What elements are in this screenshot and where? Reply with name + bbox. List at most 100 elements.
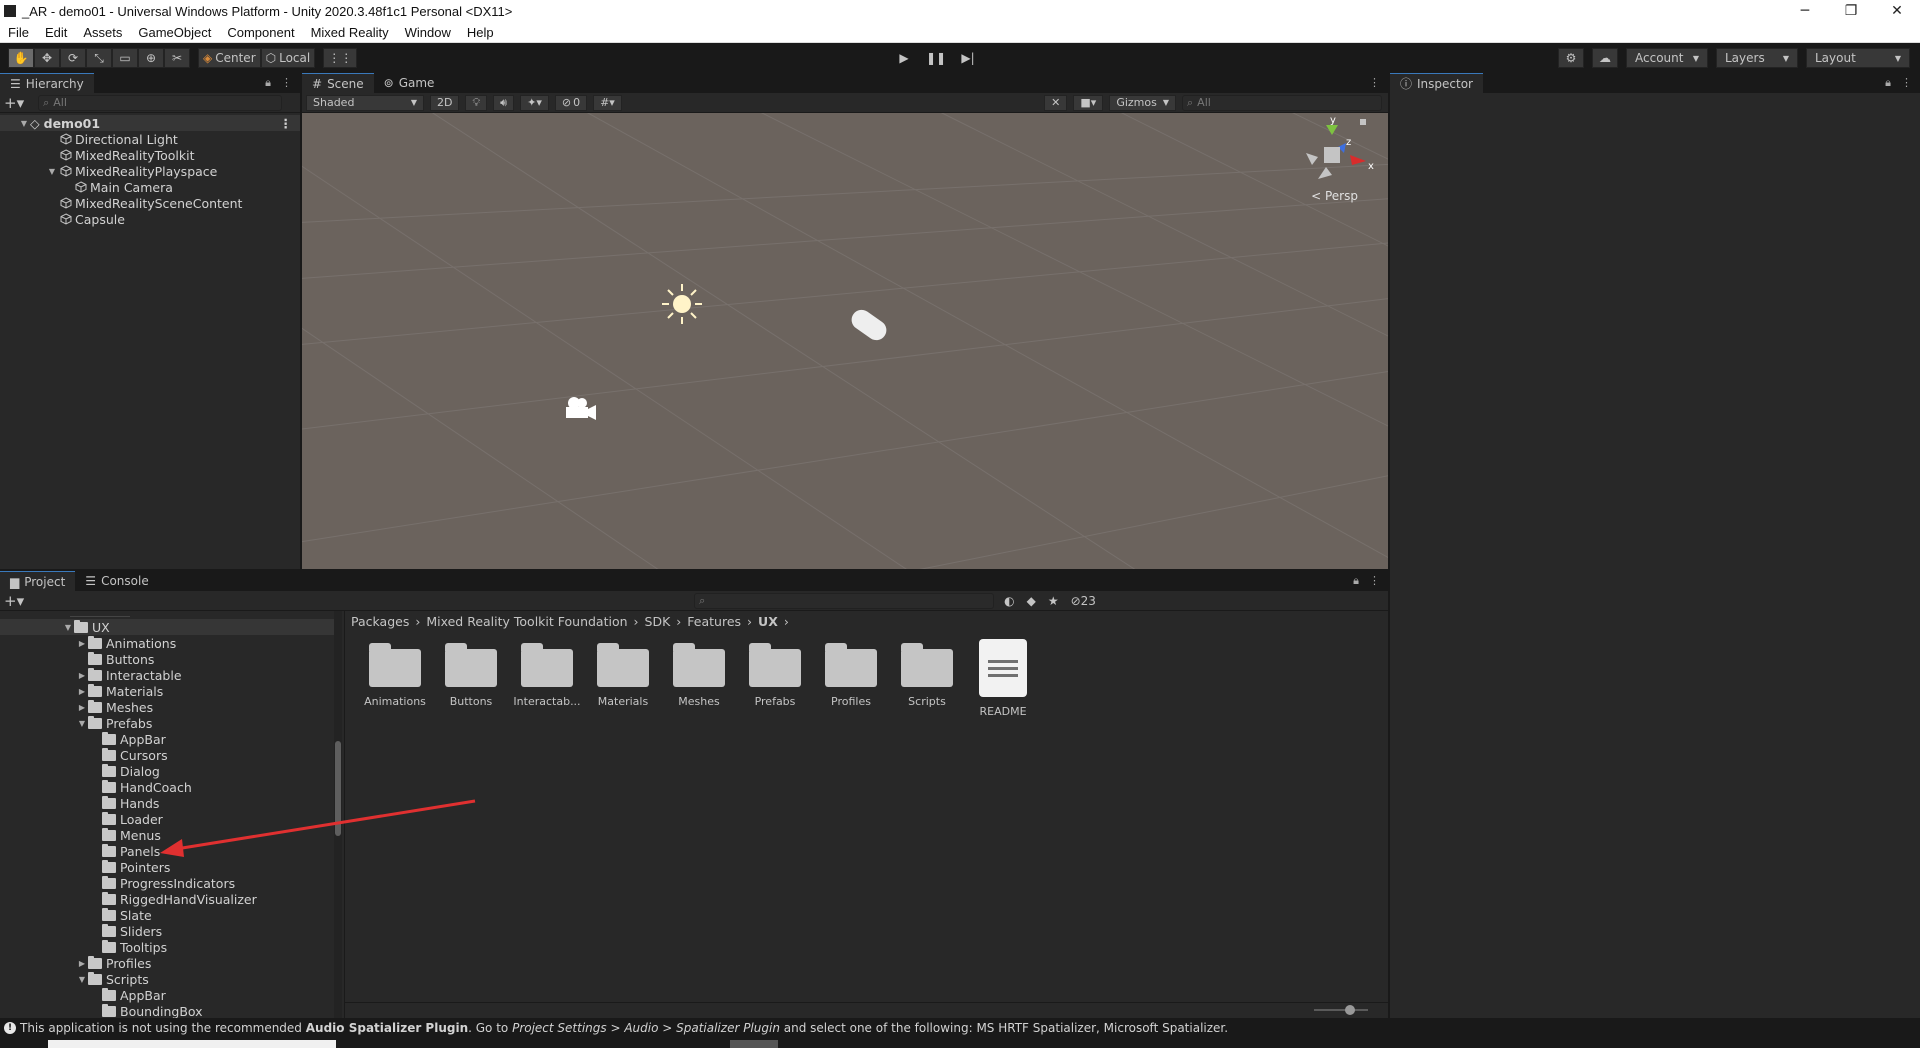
project-search-input[interactable]: ⌕ <box>694 592 995 609</box>
grid-dropdown-icon[interactable]: #▾ <box>593 94 622 111</box>
breadcrumb-item[interactable]: Mixed Reality Toolkit Foundation <box>426 614 627 629</box>
folder-tree-item[interactable]: AppBar <box>0 731 334 747</box>
folder-tree-item[interactable]: ▶ Animations <box>0 635 334 651</box>
expand-arrow-icon[interactable]: ▼ <box>76 975 88 984</box>
hierarchy-item[interactable]: MixedRealityToolkit <box>0 147 300 163</box>
asset-folder[interactable]: Profiles <box>813 639 889 718</box>
create-asset-button[interactable]: +▾ <box>4 592 24 610</box>
breadcrumb-item[interactable]: Features <box>687 614 741 629</box>
tab-console[interactable]: ☰ Console <box>75 571 159 591</box>
expand-arrow-icon[interactable]: ▶ <box>76 959 88 968</box>
scene-search-input[interactable]: ⌕ All <box>1182 94 1382 111</box>
menu-window[interactable]: Window <box>397 25 459 40</box>
folder-tree-item[interactable]: ▶ Interactable <box>0 667 334 683</box>
orientation-gizmo[interactable]: y z x <box>1298 115 1378 187</box>
hidden-objects-toggle[interactable]: ⊘ 0 <box>554 94 588 111</box>
hierarchy-item[interactable]: Capsule <box>0 211 300 227</box>
expand-arrow-icon[interactable]: ▼ <box>76 719 88 728</box>
folder-tree-item[interactable]: Sliders <box>0 923 334 939</box>
lock-icon[interactable]: 🔒︎ <box>1885 76 1891 90</box>
grid-snap-icon[interactable]: ⋮⋮ <box>323 48 358 68</box>
tools-icon[interactable]: ✕ <box>1044 94 1068 111</box>
folder-tree-item[interactable]: BoundingBox <box>0 1003 334 1018</box>
tab-inspector[interactable]: ⓘ Inspector <box>1390 73 1483 93</box>
lock-icon[interactable]: 🔒︎ <box>1353 574 1359 588</box>
filter-by-type-icon[interactable]: ◐ <box>1004 594 1014 608</box>
maximize-button[interactable]: ❐ <box>1828 0 1874 22</box>
expand-arrow-icon[interactable]: ▶ <box>76 687 88 696</box>
expand-arrow-icon[interactable]: ▶ <box>76 639 88 648</box>
menu-file[interactable]: File <box>0 25 37 40</box>
menu-assets[interactable]: Assets <box>75 25 130 40</box>
icon-size-slider[interactable] <box>1314 1005 1368 1015</box>
directional-light-icon[interactable] <box>659 281 705 327</box>
expand-arrow-icon[interactable]: ▼ <box>62 623 74 632</box>
menu-gameobject[interactable]: GameObject <box>130 25 219 40</box>
hierarchy-item[interactable]: MixedRealitySceneContent <box>0 195 300 211</box>
rotate-tool-icon[interactable]: ⟳ <box>60 48 86 68</box>
capsule-object[interactable] <box>844 305 894 345</box>
collab-icon[interactable]: ⚙ <box>1558 48 1584 68</box>
camera-dropdown-icon[interactable]: ■▾ <box>1073 94 1104 111</box>
menu-help[interactable]: Help <box>459 25 502 40</box>
toggle-2d-button[interactable]: 2D <box>430 94 460 111</box>
folder-tree-item[interactable]: Buttons <box>0 651 334 667</box>
effects-dropdown-icon[interactable]: ✦▾ <box>520 94 549 111</box>
asset-folder[interactable]: Animations <box>357 639 433 718</box>
layers-dropdown[interactable]: Layers ▼ <box>1716 48 1798 68</box>
folder-tree-item[interactable]: ▼ UX <box>0 619 334 635</box>
scale-tool-icon[interactable]: ⤡ <box>86 48 112 68</box>
perspective-toggle[interactable]: < Persp <box>1311 189 1358 203</box>
scene-menu-icon[interactable]: ⋮ <box>280 116 293 131</box>
layout-dropdown[interactable]: Layout ▼ <box>1806 48 1910 68</box>
cloud-icon[interactable]: ☁ <box>1592 48 1618 68</box>
hierarchy-scene-row[interactable]: ▼ ◇ demo01 ⋮ <box>0 115 300 131</box>
minimize-button[interactable]: ─ <box>1782 0 1828 22</box>
lighting-toggle-icon[interactable]: 💡︎ <box>465 94 488 111</box>
folder-tree-item[interactable]: HandCoach <box>0 779 334 795</box>
add-object-button[interactable]: +▾ <box>4 94 24 112</box>
asset-folder[interactable]: Meshes <box>661 639 737 718</box>
more-menu-icon[interactable]: ⋮ <box>1369 76 1380 89</box>
folder-tree-item[interactable]: ▼ Scripts <box>0 971 334 987</box>
expand-arrow-icon[interactable]: ▶ <box>76 671 88 680</box>
folder-tree-item[interactable]: Cursors <box>0 747 334 763</box>
scene-viewport[interactable]: y z x < Persp <box>302 113 1388 569</box>
play-button[interactable]: ▶ <box>888 48 920 68</box>
move-tool-icon[interactable]: ✥ <box>34 48 60 68</box>
folder-tree-item[interactable]: Tooltips <box>0 939 334 955</box>
folder-tree-item[interactable]: ▼ Prefabs <box>0 715 334 731</box>
more-menu-icon[interactable]: ⋮ <box>1369 574 1380 588</box>
step-button[interactable]: ▶| <box>952 48 984 68</box>
pause-button[interactable]: ❚❚ <box>920 48 952 68</box>
account-dropdown[interactable]: Account ▼ <box>1626 48 1708 68</box>
menu-component[interactable]: Component <box>219 25 302 40</box>
expand-arrow-icon[interactable]: ▶ <box>76 703 88 712</box>
menu-edit[interactable]: Edit <box>37 25 75 40</box>
folder-tree-item[interactable]: Dialog <box>0 763 334 779</box>
shading-mode-dropdown[interactable]: Shaded ▼ <box>306 94 424 111</box>
tab-game[interactable]: ⊚ Game <box>373 73 445 93</box>
expand-arrow-icon[interactable]: ▼ <box>18 119 30 128</box>
asset-folder[interactable]: Materials <box>585 639 661 718</box>
camera-gizmo-icon[interactable] <box>562 395 598 421</box>
hierarchy-item[interactable]: Directional Light <box>0 131 300 147</box>
hand-tool-icon[interactable]: ✋ <box>8 48 34 68</box>
close-button[interactable]: ✕ <box>1874 0 1920 22</box>
breadcrumb-item[interactable]: SDK <box>645 614 671 629</box>
hierarchy-item[interactable]: Main Camera <box>0 179 300 195</box>
tab-hierarchy[interactable]: ☰ Hierarchy <box>0 73 94 93</box>
folder-tree-item[interactable]: AppBar <box>0 987 334 1003</box>
pivot-space-toggle[interactable]: ⬡ Local <box>260 48 316 68</box>
folder-tree-item[interactable]: ▶ Profiles <box>0 955 334 971</box>
tab-project[interactable]: ▆ Project <box>0 571 76 591</box>
gizmos-dropdown[interactable]: Gizmos ▼ <box>1109 94 1176 111</box>
more-menu-icon[interactable]: ⋮ <box>281 76 292 90</box>
folder-tree-item[interactable]: Slate <box>0 907 334 923</box>
folder-tree-item[interactable]: ▶ Meshes <box>0 699 334 715</box>
expand-arrow-icon[interactable]: ▼ <box>46 167 58 176</box>
icon-size-slider-thumb[interactable] <box>1344 1005 1355 1015</box>
hierarchy-search-input[interactable]: ⌕ All <box>38 94 283 111</box>
folder-tree-item[interactable]: RiggedHandVisualizer <box>0 891 334 907</box>
more-menu-icon[interactable]: ⋮ <box>1901 76 1912 90</box>
